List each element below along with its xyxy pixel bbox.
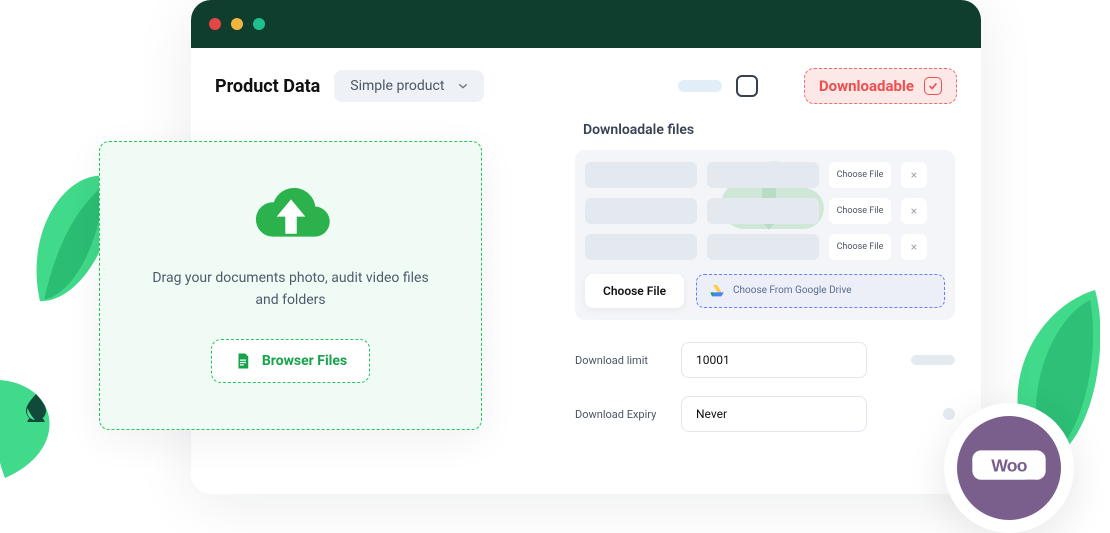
download-limit-label: Download limit — [575, 354, 665, 367]
product-type-select-value: Simple product — [350, 78, 444, 94]
file-name-input[interactable] — [585, 162, 697, 188]
file-url-input[interactable] — [707, 198, 819, 224]
file-name-input[interactable] — [585, 234, 697, 260]
virtual-checkbox[interactable] — [736, 75, 758, 97]
file-row: Choose File × — [585, 234, 945, 260]
file-url-input[interactable] — [707, 162, 819, 188]
choose-from-google-drive-button[interactable]: Choose From Google Drive — [696, 274, 945, 308]
woocommerce-logo-icon: Woo — [972, 446, 1046, 490]
download-expiry-label: Download Expiry — [575, 408, 665, 421]
download-expiry-input[interactable] — [681, 396, 867, 432]
chevron-down-icon — [458, 81, 468, 91]
downloadable-files-panel: Downloadale files Choose File × Choose F… — [575, 122, 955, 320]
google-drive-button-label: Choose From Google Drive — [733, 285, 852, 297]
dropzone-instruction: Drag your documents photo, audit video f… — [141, 268, 441, 311]
choose-file-button-mini[interactable]: Choose File — [829, 162, 891, 188]
file-row: Choose File × — [585, 162, 945, 188]
placeholder-pill — [678, 80, 722, 92]
remove-file-button[interactable]: × — [901, 198, 927, 224]
choose-file-button[interactable]: Choose File — [585, 274, 684, 308]
downloadable-toggle[interactable]: Downloadable — [804, 68, 957, 104]
browse-files-button[interactable]: Browser Files — [211, 339, 370, 383]
file-url-input[interactable] — [707, 234, 819, 260]
window-zoom-button[interactable] — [253, 18, 265, 30]
downloadable-files-title: Downloadale files — [575, 122, 955, 138]
google-drive-icon — [709, 283, 725, 299]
placeholder-dot — [943, 408, 955, 420]
decorative-drop-icon — [22, 394, 50, 422]
download-limit-input[interactable] — [681, 342, 867, 378]
page-title: Product Data — [215, 76, 320, 97]
choose-file-button-mini[interactable]: Choose File — [829, 198, 891, 224]
file-name-input[interactable] — [585, 198, 697, 224]
downloadable-label: Downloadable — [819, 77, 914, 95]
remove-file-button[interactable]: × — [901, 234, 927, 260]
product-type-select[interactable]: Simple product — [334, 70, 484, 102]
window-close-button[interactable] — [209, 18, 221, 30]
browse-files-label: Browser Files — [262, 353, 347, 369]
window-minimize-button[interactable] — [231, 18, 243, 30]
downloadable-check-icon — [924, 77, 942, 95]
file-row: Choose File × — [585, 198, 945, 224]
choose-file-button-mini[interactable]: Choose File — [829, 234, 891, 260]
upload-dropzone[interactable]: Drag your documents photo, audit video f… — [99, 141, 482, 430]
cloud-upload-icon — [248, 180, 334, 246]
titlebar — [191, 0, 981, 48]
svg-text:Woo: Woo — [991, 456, 1028, 476]
document-icon — [234, 352, 252, 370]
remove-file-button[interactable]: × — [901, 162, 927, 188]
woocommerce-badge: Woo — [944, 403, 1074, 533]
placeholder-bar — [911, 355, 955, 365]
